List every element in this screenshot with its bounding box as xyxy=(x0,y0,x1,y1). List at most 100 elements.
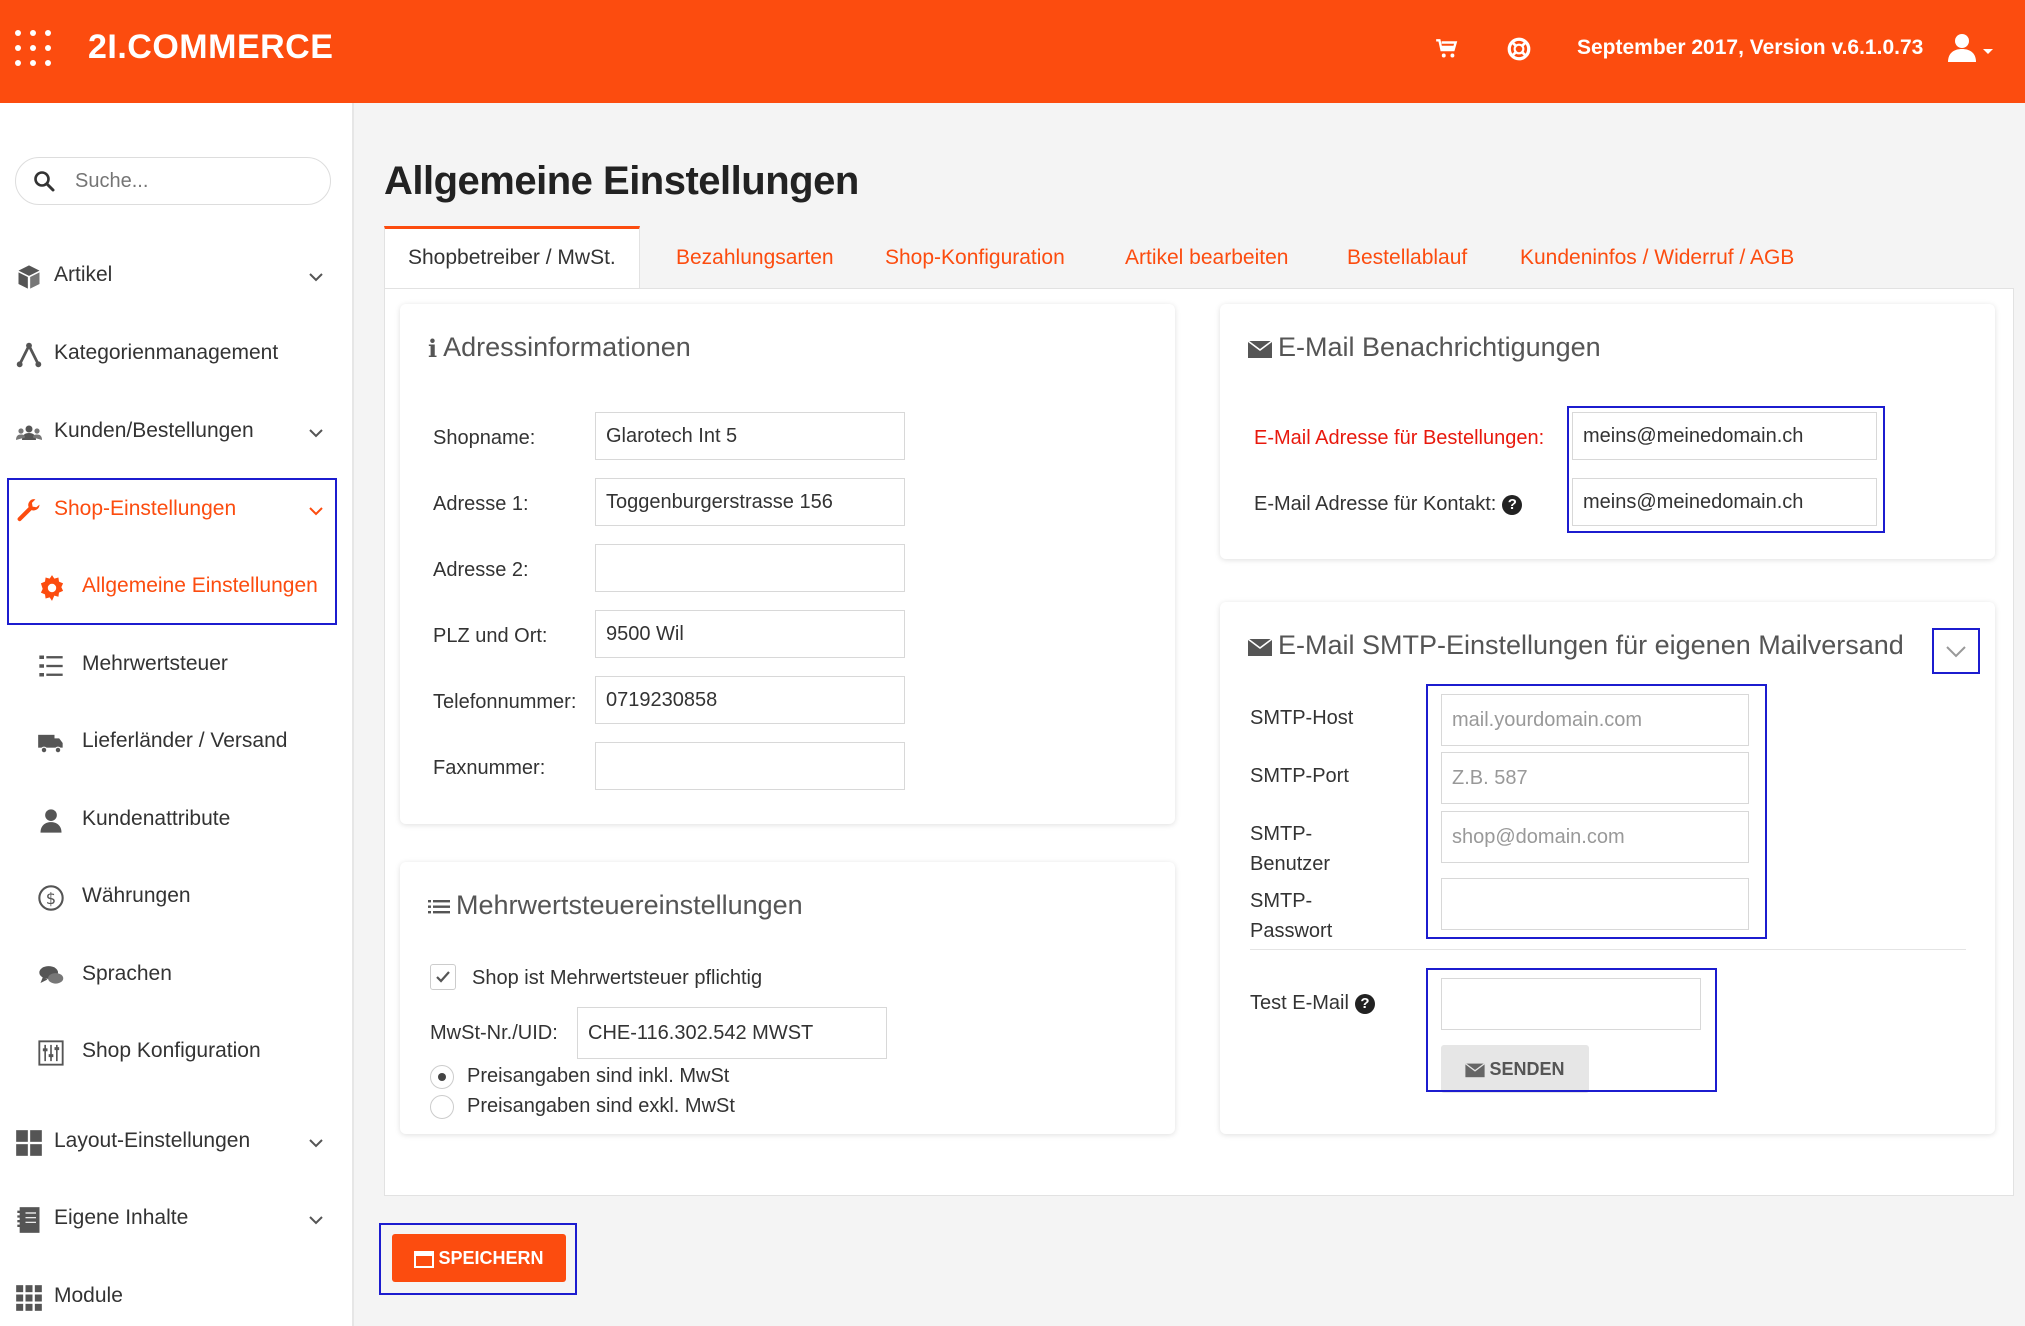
person-icon xyxy=(40,809,62,833)
fax-input[interactable] xyxy=(595,742,905,790)
sliders-icon xyxy=(38,1040,64,1066)
info-icon: i xyxy=(428,334,438,364)
chevron-down-icon xyxy=(309,429,323,438)
sidebar-item-shop-konfiguration[interactable]: Shop Konfiguration xyxy=(0,1025,352,1081)
tab-bestellablauf[interactable]: Bestellablauf xyxy=(1347,226,1467,289)
truck-icon xyxy=(38,734,63,754)
users-icon xyxy=(16,425,42,440)
search-box[interactable] xyxy=(15,157,331,205)
chevron-down-icon xyxy=(309,1216,323,1225)
contact-email-label-text: E-Mail Adresse für Kontakt: xyxy=(1254,493,1497,515)
highlight-box xyxy=(7,478,337,625)
sidebar-item-label: Module xyxy=(54,1284,123,1307)
plz-ort-input[interactable] xyxy=(595,610,905,658)
adresse2-label: Adresse 2: xyxy=(433,559,529,581)
dollar-icon: $ xyxy=(38,885,64,911)
sidebar-item-label: Eigene Inhalte xyxy=(54,1206,189,1229)
checkmark-icon xyxy=(436,971,450,983)
user-menu-icon[interactable] xyxy=(1946,32,1996,66)
sidebar-item-label: Artikel xyxy=(54,263,113,286)
uid-label: MwSt-Nr./UID: xyxy=(430,1022,558,1044)
search-icon xyxy=(34,171,55,192)
notebook-icon xyxy=(17,1207,40,1233)
radio-inkl[interactable] xyxy=(430,1065,454,1089)
help-icon[interactable]: ? xyxy=(1502,494,1523,515)
tab-shopbetreiber[interactable]: Shopbetreiber / MwSt. xyxy=(384,226,640,289)
envelope-icon xyxy=(1248,638,1272,656)
tab-panel: iAdressinformationen Shopname: Adresse 1… xyxy=(384,288,2014,1196)
sidebar-item-module[interactable]: Module xyxy=(0,1270,352,1326)
sidebar-item-eigene-inhalte[interactable]: Eigene Inhalte xyxy=(0,1192,352,1248)
brand-logo[interactable]: 2I.COMMERCE xyxy=(88,28,333,67)
sidebar-item-layout-einstellungen[interactable]: Layout-Einstellungen xyxy=(0,1115,352,1171)
address-card: iAdressinformationen Shopname: Adresse 1… xyxy=(400,304,1175,824)
sidebar-item-waehrungen[interactable]: $ Währungen xyxy=(0,870,352,926)
uid-input[interactable] xyxy=(577,1007,887,1059)
highlight-box xyxy=(1426,684,1767,939)
support-icon[interactable] xyxy=(1506,36,1532,62)
fax-label: Faxnummer: xyxy=(433,757,546,779)
chat-icon xyxy=(39,966,64,984)
sidebar-item-label: Layout-Einstellungen xyxy=(54,1129,251,1152)
sidebar-item-sprachen[interactable]: Sprachen xyxy=(0,948,352,1004)
chevron-down-icon xyxy=(1946,646,1966,658)
radio-exkl[interactable] xyxy=(430,1095,454,1119)
smtp-host-label: SMTP-Host xyxy=(1250,707,1354,729)
address-card-title: i Adressinformationen xyxy=(428,332,691,363)
contact-email-label: E-Mail Adresse für Kontakt:? xyxy=(1254,493,1523,516)
sidebar-item-label: Kunden/Bestellungen xyxy=(54,419,254,442)
hierarchy-icon xyxy=(16,342,42,368)
search-input[interactable] xyxy=(73,166,317,196)
collapse-toggle[interactable] xyxy=(1932,628,1980,674)
chevron-down-icon xyxy=(309,273,323,282)
adresse2-input[interactable] xyxy=(595,544,905,592)
smtp-card: E-Mail SMTP-Einstellungen für eigenen Ma… xyxy=(1220,602,1995,1134)
layout-icon xyxy=(16,1130,42,1156)
email-card-title: E-Mail Benachrichtigungen xyxy=(1248,332,1601,363)
highlight-box xyxy=(1426,968,1717,1092)
vat-card-title: Mehrwertsteuereinstellungen xyxy=(428,890,803,921)
version-label: September 2017, Version v.6.1.0.73 xyxy=(1577,36,1924,59)
sidebar: Artikel Kategorienmanagement Kunden/Best… xyxy=(0,103,354,1326)
adresse1-input[interactable] xyxy=(595,478,905,526)
tab-bezahlungsarten[interactable]: Bezahlungsarten xyxy=(676,226,834,289)
sidebar-item-label: Währungen xyxy=(82,884,191,907)
svg-text:$: $ xyxy=(46,889,56,908)
modules-icon xyxy=(16,1285,42,1311)
grid-menu-icon[interactable] xyxy=(15,30,55,70)
list-icon xyxy=(428,899,450,914)
page-title: Allgemeine Einstellungen xyxy=(384,159,859,203)
radio-exkl-label: Preisangaben sind exkl. MwSt xyxy=(467,1095,735,1117)
sidebar-item-label: Sprachen xyxy=(82,962,172,985)
help-icon[interactable]: ? xyxy=(1354,993,1375,1014)
plz-ort-label: PLZ und Ort: xyxy=(433,625,548,647)
sidebar-item-lieferlaender-versand[interactable]: Lieferländer / Versand xyxy=(0,715,352,771)
sidebar-item-kategorienmanagement[interactable]: Kategorienmanagement xyxy=(0,327,352,383)
test-email-label: Test E-Mail? xyxy=(1250,992,1375,1015)
envelope-icon xyxy=(1248,340,1272,358)
smtp-pass-label-2: Passwort xyxy=(1250,920,1333,942)
tab-shop-konfiguration[interactable]: Shop-Konfiguration xyxy=(885,226,1065,289)
chevron-down-icon xyxy=(309,1139,323,1148)
divider xyxy=(1250,949,1966,950)
cart-icon[interactable] xyxy=(1434,36,1460,62)
smtp-user-label-2: Benutzer xyxy=(1250,853,1331,875)
sidebar-item-artikel[interactable]: Artikel xyxy=(0,249,352,305)
highlight-box xyxy=(1567,406,1885,533)
vat-checkbox[interactable] xyxy=(430,964,456,990)
shopname-input[interactable] xyxy=(595,412,905,460)
sidebar-item-label: Kundenattribute xyxy=(82,807,231,830)
sidebar-item-label: Shop Konfiguration xyxy=(82,1039,261,1062)
smtp-user-label-1: SMTP- xyxy=(1250,823,1313,845)
tab-kundeninfos[interactable]: Kundeninfos / Widerruf / AGB xyxy=(1520,226,1794,289)
adresse1-label: Adresse 1: xyxy=(433,493,529,515)
list-icon xyxy=(39,655,63,677)
tab-artikel-bearbeiten[interactable]: Artikel bearbeiten xyxy=(1125,226,1288,289)
sidebar-item-label: Mehrwertsteuer xyxy=(82,652,228,675)
address-title-text: Adressinformationen xyxy=(443,332,691,362)
sidebar-item-kundenattribute[interactable]: Kundenattribute xyxy=(0,793,352,849)
telefon-input[interactable] xyxy=(595,676,905,724)
telefon-label: Telefonnummer: xyxy=(433,691,577,713)
sidebar-item-mehrwertsteuer[interactable]: Mehrwertsteuer xyxy=(0,638,352,694)
sidebar-item-kunden-bestellungen[interactable]: Kunden/Bestellungen xyxy=(0,405,352,461)
